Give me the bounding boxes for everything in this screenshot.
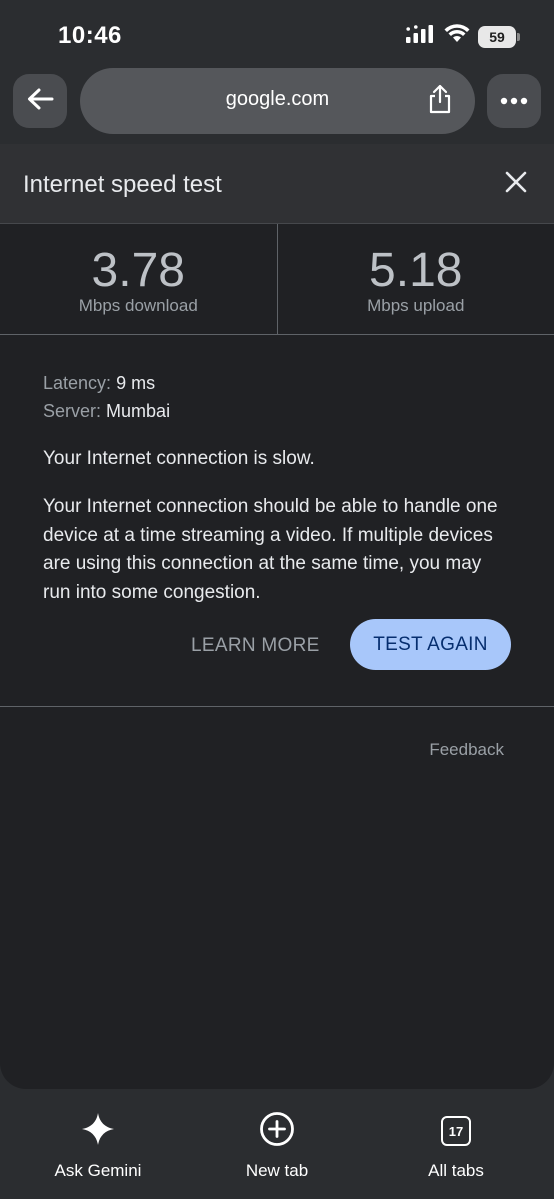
divider	[0, 706, 554, 707]
card-title: Internet speed test	[23, 171, 222, 198]
speed-results: 3.78 Mbps download 5.18 Mbps upload	[0, 224, 554, 335]
download-result: 3.78 Mbps download	[0, 224, 277, 334]
result-description: Your Internet connection should be able …	[43, 496, 498, 603]
url-text: google.com	[225, 88, 330, 110]
upload-result: 5.18 Mbps upload	[276, 224, 554, 334]
close-icon[interactable]	[505, 171, 527, 198]
latency-key: Latency:	[43, 373, 112, 393]
upload-label: Mbps upload	[367, 296, 465, 315]
all-tabs-label: All tabs	[428, 1161, 484, 1180]
server-key: Server:	[43, 401, 102, 421]
arrow-left-icon	[26, 87, 54, 116]
gemini-sparkle-icon	[81, 1112, 115, 1151]
browser-toolbar: google.com	[0, 68, 554, 134]
ask-gemini-button[interactable]: Ask Gemini	[28, 1112, 168, 1181]
card-actions: LEARN MORE TEST AGAIN	[0, 607, 554, 687]
upload-speed: 5.18	[369, 244, 463, 297]
status-bar: 10:46 59	[0, 0, 554, 68]
speed-test-card: Internet speed test 3.78 Mbps download 5…	[0, 144, 554, 1089]
new-tab-button[interactable]: New tab	[207, 1111, 347, 1181]
more-horizontal-icon	[500, 92, 528, 110]
new-tab-label: New tab	[245, 1161, 309, 1180]
card-header: Internet speed test	[0, 144, 554, 224]
clock: 10:46	[58, 22, 122, 49]
feedback-link[interactable]: Feedback	[429, 740, 504, 760]
more-options-button[interactable]	[487, 74, 541, 128]
result-summary: Your Internet connection is slow.	[43, 448, 315, 469]
back-button[interactable]	[13, 74, 67, 128]
battery-indicator: 59	[478, 25, 520, 48]
address-bar[interactable]: google.com	[80, 68, 475, 134]
ask-gemini-label: Ask Gemini	[54, 1161, 142, 1180]
download-speed: 3.78	[91, 244, 185, 297]
server-line: Server: Mumbai	[43, 397, 511, 425]
signal-icon	[406, 24, 436, 49]
result-details: Latency: 9 ms Server: Mumbai Your Intern…	[0, 335, 554, 607]
bottom-navigation: Ask Gemini New tab 17 All tabs	[0, 1089, 554, 1199]
status-icons: 59	[406, 24, 520, 49]
test-again-button[interactable]: TEST AGAIN	[350, 619, 511, 670]
latency-value: 9 ms	[116, 373, 156, 393]
latency-line: Latency: 9 ms	[43, 369, 511, 397]
tab-count-icon: 17	[441, 1116, 471, 1146]
all-tabs-button[interactable]: 17 All tabs	[386, 1113, 526, 1181]
server-value: Mumbai	[106, 401, 171, 421]
wifi-icon	[444, 24, 470, 49]
learn-more-link[interactable]: LEARN MORE	[191, 635, 320, 657]
download-label: Mbps download	[78, 296, 198, 315]
plus-circle-icon	[259, 1111, 295, 1152]
share-icon[interactable]	[427, 84, 453, 119]
